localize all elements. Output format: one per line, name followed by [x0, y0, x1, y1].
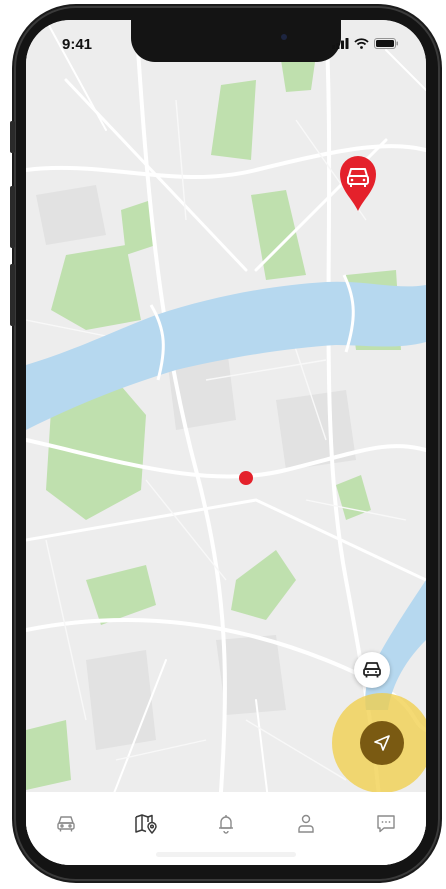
chat-icon	[377, 815, 395, 833]
cellular-signal-icon	[332, 38, 349, 49]
home-indicator	[156, 852, 296, 857]
tab-messages[interactable]	[366, 810, 406, 838]
tab-map[interactable]	[126, 810, 166, 838]
user-icon	[298, 814, 314, 833]
tab-profile[interactable]	[286, 810, 326, 838]
car-location-pin-icon[interactable]	[338, 154, 378, 212]
camera-dot	[281, 34, 287, 40]
tab-notifications[interactable]	[206, 810, 246, 838]
locate-me-button[interactable]	[360, 721, 404, 765]
car-icon	[57, 816, 75, 832]
car-icon	[363, 662, 381, 678]
current-location-dot	[239, 471, 253, 485]
status-icons	[332, 38, 398, 49]
mute-switch	[10, 121, 15, 153]
wifi-icon	[354, 38, 369, 49]
bell-icon	[219, 815, 233, 834]
car-button[interactable]	[354, 652, 390, 688]
volume-up-button	[10, 186, 15, 248]
status-time: 9:41	[62, 36, 93, 53]
tab-cars[interactable]	[46, 810, 86, 838]
notch	[131, 20, 341, 62]
battery-icon	[374, 38, 398, 49]
navigation-arrow-icon	[374, 735, 390, 751]
map-pin-icon	[135, 814, 157, 834]
volume-down-button	[10, 264, 15, 326]
phone-screen: 9:41	[26, 20, 426, 865]
